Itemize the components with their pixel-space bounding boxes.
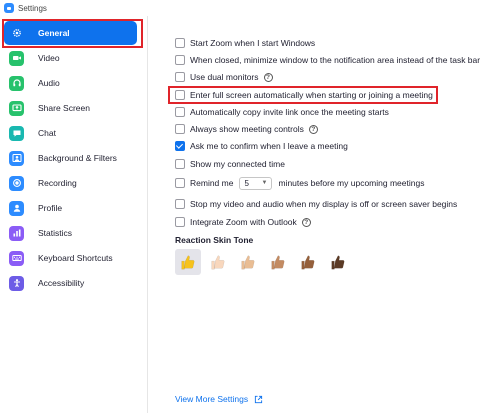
skin-tone-option[interactable] [325,249,351,275]
sidebar-item-accessibility[interactable]: Accessibility [4,271,137,295]
option-show-connected-time[interactable]: Show my connected time [175,157,285,171]
view-more-label: View More Settings [175,394,249,404]
person-background-icon [9,150,24,166]
option-stop-video-audio-display-off[interactable]: Stop my video and audio when my display … [175,197,457,211]
checkbox[interactable] [175,107,185,117]
option-remind-me[interactable]: Remind me 5 ▼ minutes before my upcoming… [175,176,424,190]
statistics-icon [9,225,24,241]
option-label: When closed, minimize window to the noti… [190,55,481,65]
option-label: Always show meeting controls [190,124,304,134]
sidebar-item-share-screen[interactable]: Share Screen [4,96,137,120]
sidebar-item-label: Background & Filters [38,153,117,163]
chevron-down-icon: ▼ [261,180,268,186]
option-copy-invite-link[interactable]: Automatically copy invite link once the … [175,105,389,119]
option-label: Start Zoom when I start Windows [190,38,316,48]
option-label: Automatically copy invite link once the … [190,107,389,117]
headphones-icon [9,75,24,91]
select-value: 5 [244,178,249,188]
help-icon[interactable]: ? [263,72,273,82]
sidebar-item-statistics[interactable]: Statistics [4,221,137,245]
checkbox[interactable] [175,90,185,100]
sidebar-item-chat[interactable]: Chat [4,121,137,145]
checkbox[interactable] [175,124,185,134]
help-icon[interactable]: ? [301,217,311,227]
window-title: Settings [18,3,47,13]
sidebar-item-label: Share Screen [38,103,90,113]
checkbox[interactable] [175,159,185,169]
thumbs-up-icon [211,255,225,270]
accessibility-icon [9,275,24,291]
option-label: Show my connected time [190,159,285,169]
option-integrate-outlook[interactable]: Integrate Zoom with Outlook ? [175,215,311,229]
checkbox-checked[interactable] [175,141,185,151]
remind-minutes-select[interactable]: 5 ▼ [239,176,273,190]
title-bar: Settings [0,0,500,16]
help-icon[interactable]: ? [308,124,318,134]
sidebar-item-audio[interactable]: Audio [4,71,137,95]
settings-sidebar: General Video Audio Share Screen Chat Ba… [0,16,148,413]
checkbox[interactable] [175,55,185,65]
option-confirm-leave-meeting[interactable]: Ask me to confirm when I leave a meeting [175,139,348,153]
zoom-app-icon [4,3,14,13]
reaction-skin-tone-heading: Reaction Skin Tone [175,235,254,245]
sidebar-item-label: Video [38,53,60,63]
skin-tone-option[interactable] [205,249,231,275]
sidebar-item-video[interactable]: Video [4,46,137,70]
sidebar-item-label: General [38,28,70,38]
skin-tone-option[interactable] [235,249,261,275]
option-enter-full-screen[interactable]: Enter full screen automatically when sta… [175,88,433,102]
option-label: Integrate Zoom with Outlook [190,217,297,227]
sidebar-item-recording[interactable]: Recording [4,171,137,195]
video-camera-icon [9,50,24,66]
profile-icon [9,200,24,216]
view-more-settings-link[interactable]: View More Settings [175,394,263,404]
keyboard-icon [9,250,24,266]
general-settings-panel: Start Zoom when I start Windows When clo… [149,16,500,413]
checkbox[interactable] [175,38,185,48]
option-start-zoom-windows[interactable]: Start Zoom when I start Windows [175,36,315,50]
external-link-icon [254,395,263,403]
option-dual-monitors[interactable]: Use dual monitors ? [175,70,273,84]
thumbs-up-icon [181,255,195,270]
sidebar-item-label: Keyboard Shortcuts [38,253,113,263]
sidebar-item-label: Accessibility [38,278,85,288]
thumbs-up-icon [331,255,345,270]
sidebar-item-background-filters[interactable]: Background & Filters [4,146,137,170]
sidebar-item-label: Recording [38,178,77,188]
thumbs-up-icon [241,255,255,270]
checkbox[interactable] [175,199,185,209]
thumbs-up-icon [301,255,315,270]
sidebar-item-label: Chat [38,128,56,138]
option-label: Stop my video and audio when my display … [190,199,458,209]
skin-tone-picker [175,249,355,275]
option-label: Enter full screen automatically when sta… [190,90,433,100]
share-screen-icon [9,100,24,116]
checkbox[interactable] [175,217,185,227]
gear-icon [9,26,24,41]
sidebar-item-label: Audio [38,78,60,88]
sidebar-item-profile[interactable]: Profile [4,196,137,220]
thumbs-up-icon [271,255,285,270]
checkbox[interactable] [175,72,185,82]
option-label: Remind me [190,178,234,188]
option-minimize-to-notification-area[interactable]: When closed, minimize window to the noti… [175,53,480,67]
option-label: Use dual monitors [190,72,259,82]
skin-tone-option[interactable] [295,249,321,275]
skin-tone-option[interactable] [265,249,291,275]
sidebar-item-label: Profile [38,203,63,213]
skin-tone-option[interactable] [175,249,201,275]
sidebar-item-keyboard-shortcuts[interactable]: Keyboard Shortcuts [4,246,137,270]
sidebar-item-label: Statistics [38,228,73,238]
option-label: minutes before my upcoming meetings [278,178,425,188]
chat-bubble-icon [9,125,24,141]
record-icon [9,175,24,191]
option-always-show-controls[interactable]: Always show meeting controls ? [175,122,318,136]
option-label: Ask me to confirm when I leave a meeting [190,141,348,151]
checkbox[interactable] [175,178,185,188]
sidebar-item-general[interactable]: General [4,21,137,45]
